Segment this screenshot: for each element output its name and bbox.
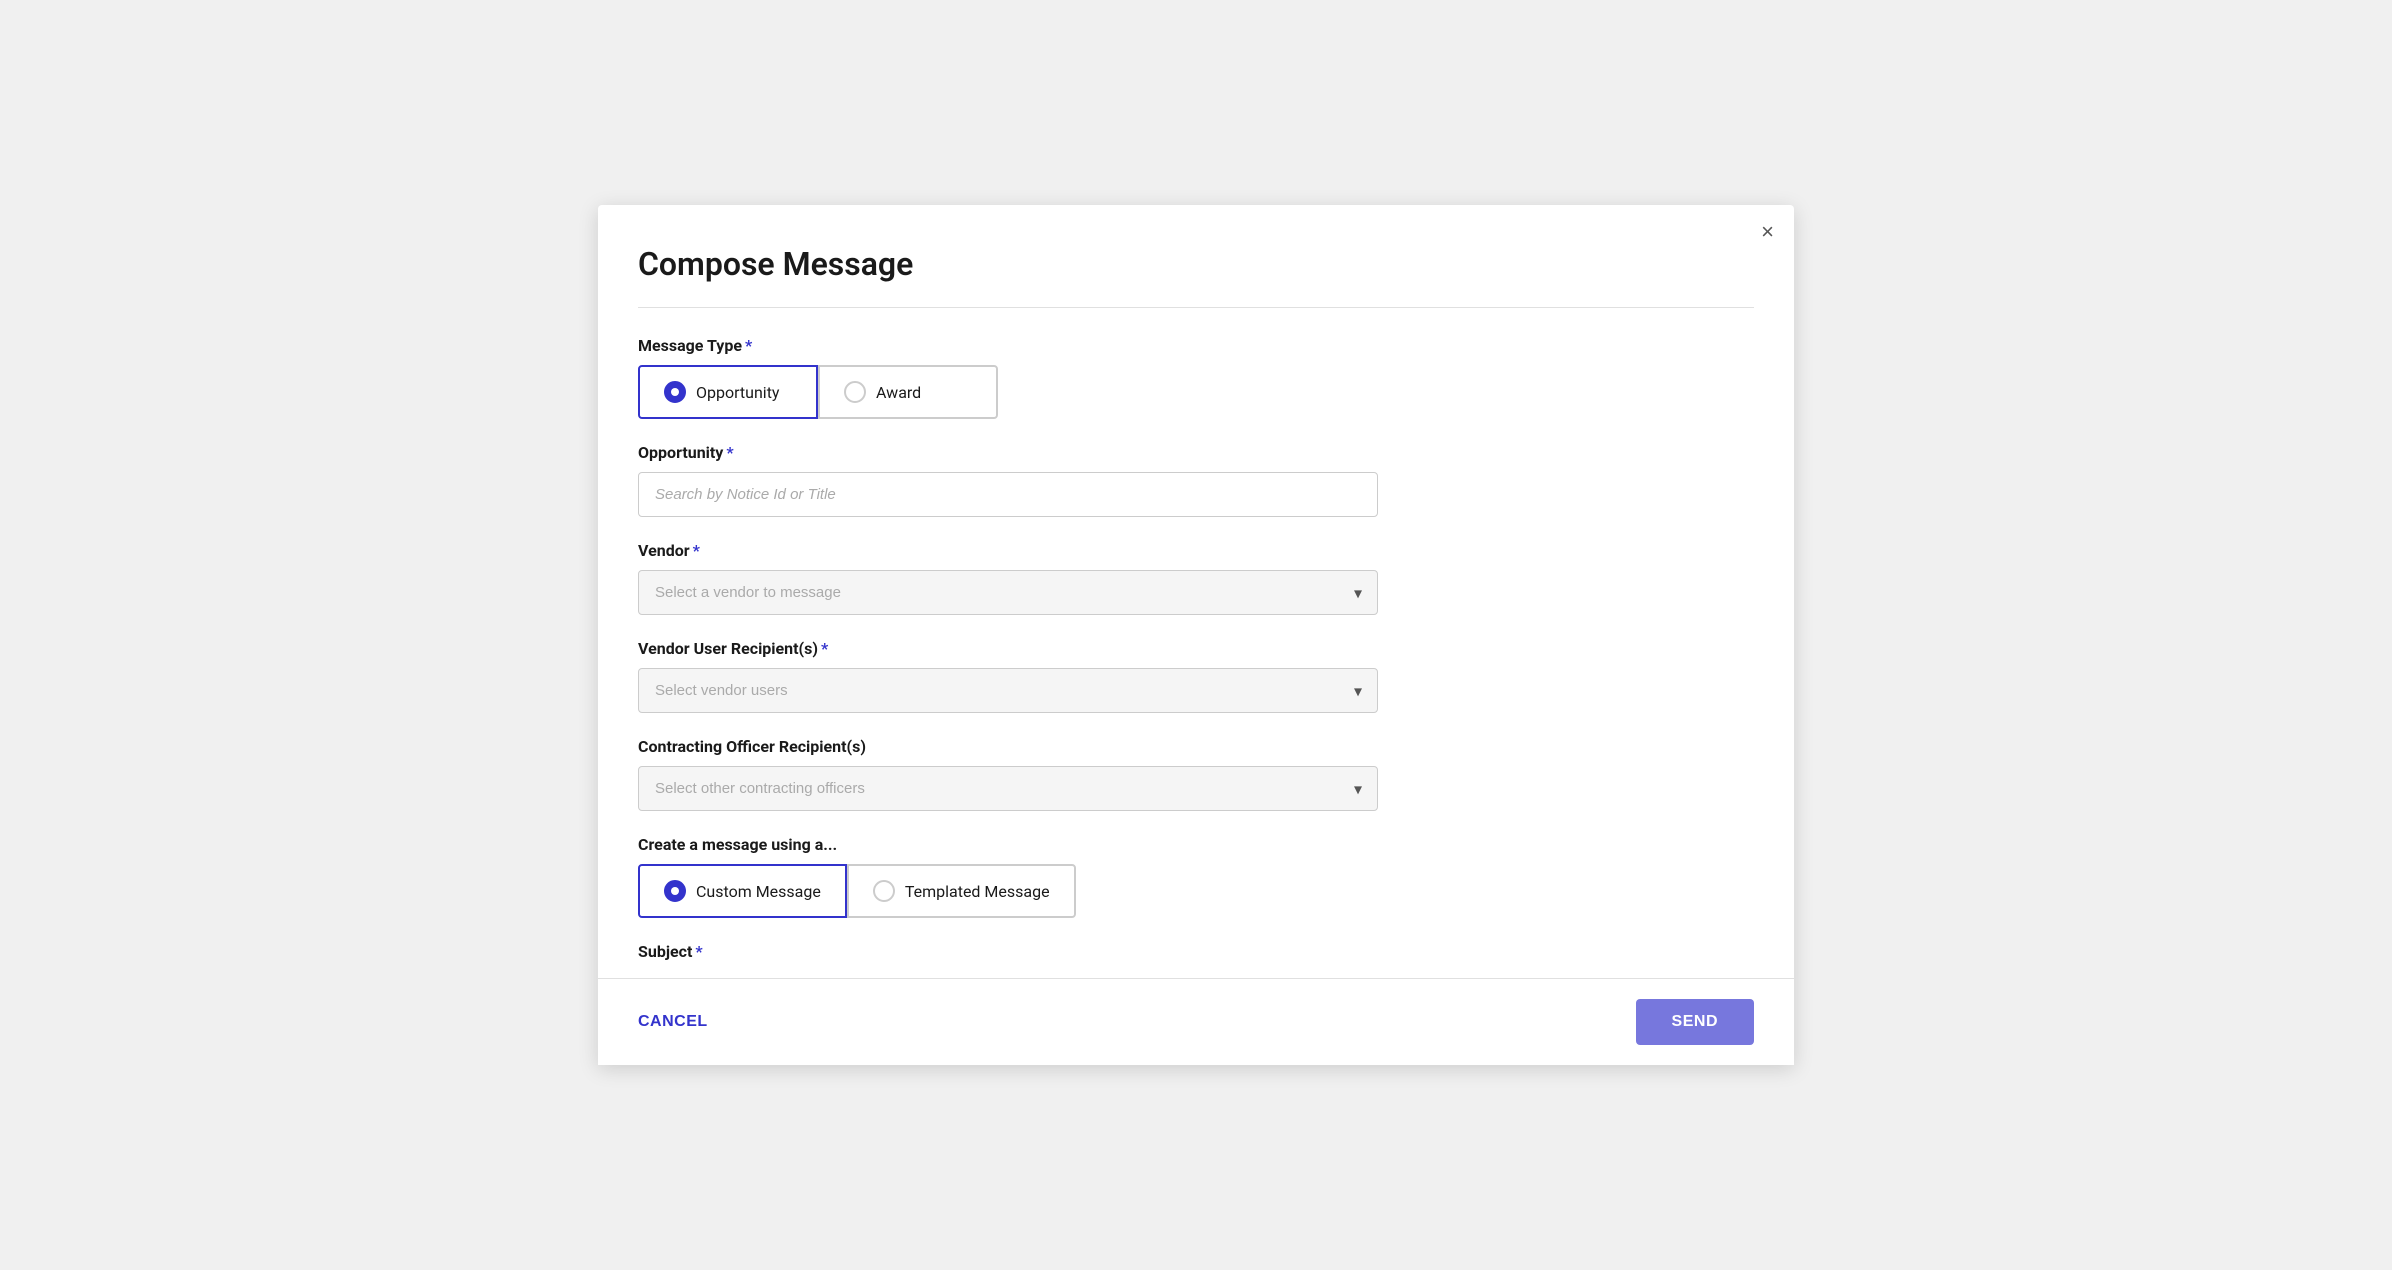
- opportunity-label: Opportunity*: [638, 443, 1754, 462]
- contracting-officer-label: Contracting Officer Recipient(s): [638, 737, 1754, 756]
- cancel-button[interactable]: CANCEL: [638, 1013, 708, 1031]
- radio-circle-opportunity: [664, 381, 686, 403]
- opportunity-field: Opportunity*: [638, 443, 1754, 517]
- vendor-field: Vendor* Select a vendor to message: [638, 541, 1754, 615]
- radio-option-custom[interactable]: Custom Message: [638, 864, 847, 918]
- modal-footer: CANCEL SEND: [598, 978, 1794, 1065]
- send-button[interactable]: SEND: [1636, 999, 1754, 1045]
- radio-label-opportunity: Opportunity: [696, 383, 780, 402]
- close-button[interactable]: ×: [1761, 221, 1774, 243]
- radio-circle-templated: [873, 880, 895, 902]
- required-star-subj: *: [695, 942, 702, 961]
- radio-label-templated: Templated Message: [905, 882, 1050, 901]
- required-star-vur: *: [821, 639, 828, 658]
- message-style-radio-group: Custom Message Templated Message: [638, 864, 1754, 918]
- message-type-radio-group: Opportunity Award: [638, 365, 1754, 419]
- radio-circle-custom: [664, 880, 686, 902]
- create-message-label: Create a message using a...: [638, 835, 1754, 854]
- vendor-label: Vendor*: [638, 541, 1754, 560]
- radio-option-opportunity[interactable]: Opportunity: [638, 365, 818, 419]
- modal-title: Compose Message: [638, 245, 1754, 283]
- required-star-opp: *: [726, 443, 733, 462]
- vendor-users-field: Vendor User Recipient(s)* Select vendor …: [638, 639, 1754, 713]
- vendor-users-select[interactable]: Select vendor users: [638, 668, 1378, 713]
- vendor-select-wrapper: Select a vendor to message: [638, 570, 1378, 615]
- vendor-users-label: Vendor User Recipient(s)*: [638, 639, 1754, 658]
- contracting-officer-select[interactable]: Select other contracting officers: [638, 766, 1378, 811]
- radio-label-custom: Custom Message: [696, 882, 821, 901]
- vendor-users-select-wrapper: Select vendor users: [638, 668, 1378, 713]
- contracting-officer-field: Contracting Officer Recipient(s) Select …: [638, 737, 1754, 811]
- compose-message-modal: × Compose Message Message Type* Opportun…: [598, 205, 1794, 1065]
- radio-circle-award: [844, 381, 866, 403]
- vendor-select[interactable]: Select a vendor to message: [638, 570, 1378, 615]
- radio-option-templated[interactable]: Templated Message: [847, 864, 1076, 918]
- radio-label-award: Award: [876, 383, 921, 402]
- subject-label: Subject*: [638, 942, 1754, 961]
- contracting-officer-select-wrapper: Select other contracting officers: [638, 766, 1378, 811]
- message-type-label: Message Type*: [638, 336, 1754, 355]
- required-star: *: [745, 336, 752, 355]
- required-star-vendor: *: [693, 541, 700, 560]
- create-message-field: Create a message using a... Custom Messa…: [638, 835, 1754, 918]
- title-divider: [638, 307, 1754, 308]
- radio-option-award[interactable]: Award: [818, 365, 998, 419]
- subject-field: Subject*: [638, 942, 1754, 961]
- message-type-field: Message Type* Opportunity Award: [638, 336, 1754, 419]
- opportunity-search-input[interactable]: [638, 472, 1378, 517]
